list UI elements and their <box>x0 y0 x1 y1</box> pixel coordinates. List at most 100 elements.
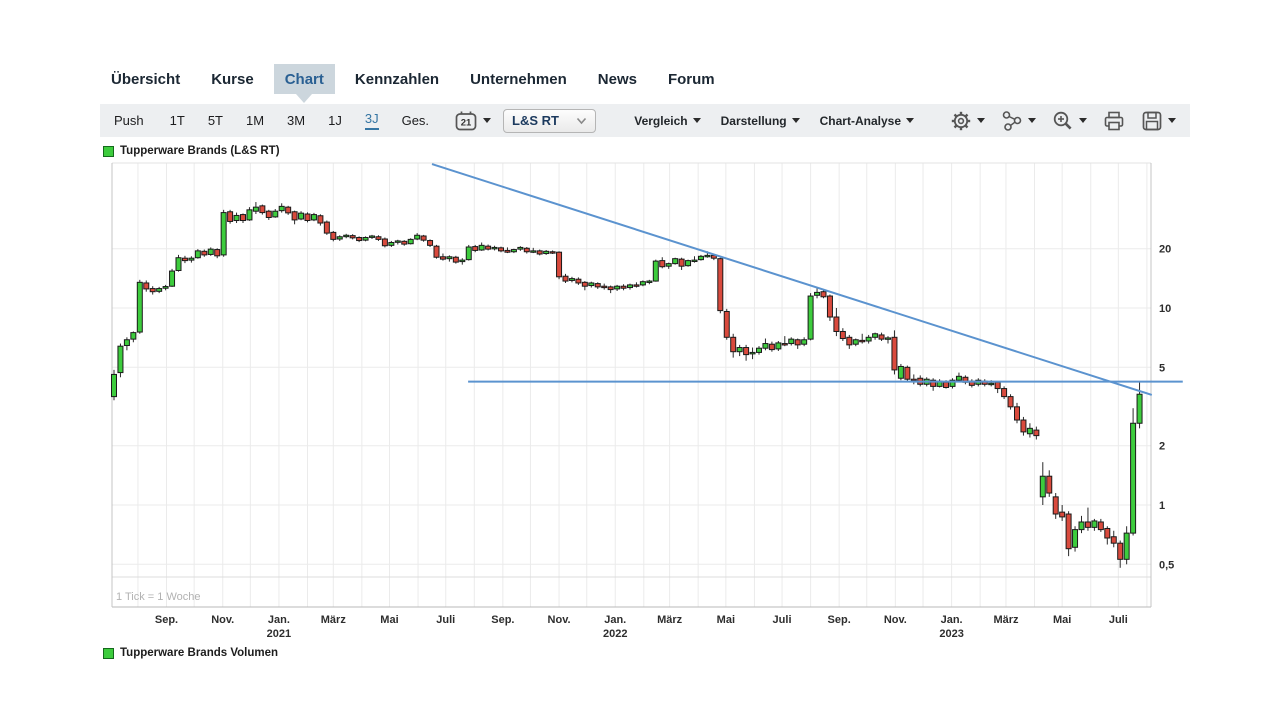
range-button-5t[interactable]: 5T <box>208 113 223 128</box>
candle-down <box>634 285 639 286</box>
candle-down <box>1021 420 1026 432</box>
candle-down <box>1085 522 1090 527</box>
calendar-button[interactable]: 21 <box>454 110 491 132</box>
price-chart-canvas[interactable]: 20105210,5Sep.Nov.Jan.2021MärzMaiJuliSep… <box>98 140 1198 670</box>
candle-down <box>576 279 581 283</box>
range-button-3j[interactable]: 3J <box>365 111 379 130</box>
candle-down <box>905 367 910 379</box>
candle-down <box>537 251 542 254</box>
feed-select[interactable]: L&S RT <box>503 109 596 133</box>
nav-tab-bersicht[interactable]: Übersicht <box>100 64 191 94</box>
caret-down-icon <box>906 118 914 123</box>
candle-up <box>189 258 194 260</box>
push-toggle[interactable]: Push <box>114 113 144 128</box>
candle-down <box>182 258 187 260</box>
candle-down <box>1015 407 1020 420</box>
candle-down <box>524 248 529 251</box>
nav-tab-unternehmen[interactable]: Unternehmen <box>459 64 578 94</box>
y-tick-label: 1 <box>1159 500 1165 512</box>
gear-icon <box>950 110 972 132</box>
candle-up <box>253 207 258 211</box>
y-tick-label: 5 <box>1159 362 1165 374</box>
candle-down <box>582 282 587 286</box>
caret-down-icon <box>1028 118 1036 123</box>
caret-down-icon <box>1168 118 1176 123</box>
candle-down <box>860 340 865 341</box>
candle-down <box>402 241 407 244</box>
candle-down <box>318 216 323 223</box>
candle-up <box>1073 530 1078 548</box>
candle-up <box>389 243 394 246</box>
candle-up <box>447 257 452 259</box>
candle-up <box>808 296 813 339</box>
candle-up <box>653 261 658 281</box>
x-tick-label: Jan. <box>268 614 290 626</box>
candle-up <box>589 283 594 286</box>
candle-up <box>1027 428 1032 433</box>
printer-button[interactable] <box>1103 110 1125 132</box>
candle-up <box>157 289 162 292</box>
range-button-1j[interactable]: 1J <box>328 113 342 128</box>
candle-up <box>311 215 316 220</box>
candle-up <box>898 366 903 378</box>
nav-tab-kennzahlen[interactable]: Kennzahlen <box>344 64 450 94</box>
darstellung-dropdown[interactable]: Darstellung <box>721 114 800 128</box>
y-tick-label: 2 <box>1159 441 1165 453</box>
candle-down <box>266 211 271 217</box>
candle-down <box>1047 476 1052 493</box>
x-tick-label: Mai <box>717 614 735 626</box>
candle-up <box>370 236 375 237</box>
candle-down <box>879 335 884 339</box>
nav-tab-forum[interactable]: Forum <box>657 64 726 94</box>
x-tick-label: Nov. <box>884 614 907 626</box>
candle-up <box>673 259 678 264</box>
gear-button[interactable] <box>950 110 985 132</box>
candle-up <box>176 258 181 271</box>
candle-up <box>666 264 671 267</box>
range-button-1m[interactable]: 1M <box>246 113 264 128</box>
candle-up <box>1040 476 1045 497</box>
candle-up <box>750 352 755 353</box>
x-tick-label: Nov. <box>548 614 571 626</box>
analysis-trendline[interactable] <box>432 164 1152 395</box>
chartanalyse-dropdown[interactable]: Chart-Analyse <box>820 114 914 128</box>
indicator-network-button[interactable] <box>1001 110 1036 132</box>
candle-down <box>1002 389 1007 397</box>
x-tick-label: Juli <box>436 614 455 626</box>
candle-down <box>840 331 845 338</box>
candle-down <box>228 212 233 222</box>
candle-down <box>202 251 207 255</box>
candle-up <box>460 260 465 261</box>
candle-down <box>724 311 729 337</box>
range-button-3m[interactable]: 3M <box>287 113 305 128</box>
candle-up <box>234 215 239 220</box>
candle-down <box>434 246 439 257</box>
x-tick-label: Mai <box>1053 614 1071 626</box>
candle-down <box>260 206 265 213</box>
caret-down-icon <box>1079 118 1087 123</box>
range-button-1t[interactable]: 1T <box>170 113 185 128</box>
candle-up <box>886 338 891 339</box>
zoom-in-button[interactable] <box>1052 110 1087 132</box>
candle-up <box>247 210 252 220</box>
calendar-day-label: 21 <box>461 117 472 128</box>
candle-down <box>595 284 600 287</box>
nav-tab-chart[interactable]: Chart <box>274 64 335 94</box>
x-tick-label: März <box>993 614 1019 626</box>
candle-up <box>776 343 781 349</box>
candle-up <box>415 235 420 239</box>
candle-up <box>686 261 691 266</box>
x-tick-label: Sep. <box>491 614 514 626</box>
nav-tab-kurse[interactable]: Kurse <box>200 64 265 94</box>
candle-up <box>408 239 413 243</box>
x-tick-year-label: 2023 <box>939 628 963 640</box>
candle-down <box>847 337 852 345</box>
y-tick-label: 0,5 <box>1159 559 1174 571</box>
candle-up <box>989 383 994 384</box>
x-tick-label: März <box>321 614 347 626</box>
candle-down <box>376 237 381 240</box>
save-button[interactable] <box>1141 110 1176 132</box>
vergleich-dropdown[interactable]: Vergleich <box>634 114 700 128</box>
range-button-ges[interactable]: Ges. <box>402 113 429 128</box>
nav-tab-news[interactable]: News <box>587 64 648 94</box>
